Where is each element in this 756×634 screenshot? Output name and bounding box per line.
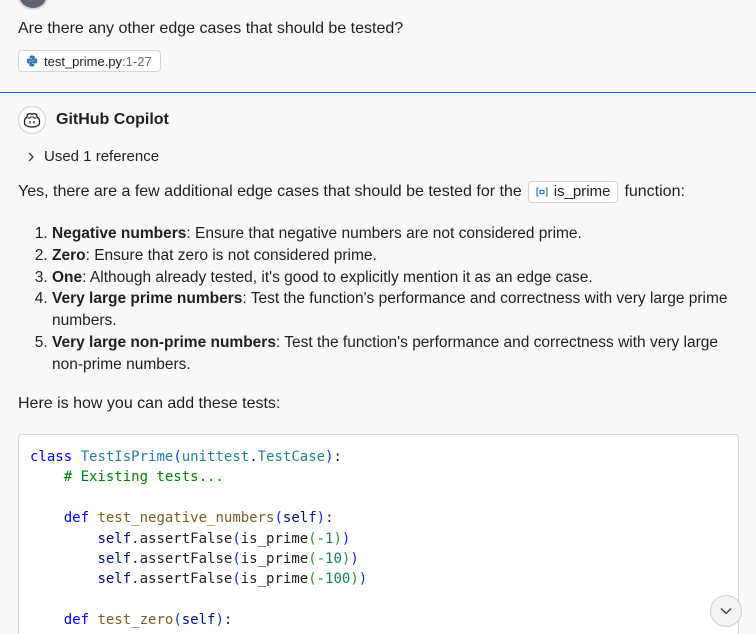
list-item: Negative numbers: Ensure that negative n… (52, 223, 738, 245)
list-item: One: Although already tested, it's good … (52, 267, 738, 289)
code-class-name: TestIsPrime (80, 449, 174, 465)
answer-intro-suffix: function: (624, 183, 685, 200)
code-keyword: def (63, 510, 90, 527)
edge-case-text: : Ensure that zero is not considered pri… (85, 246, 377, 264)
edge-case-term: Very large prime numbers (52, 290, 243, 308)
used-references-toggle[interactable]: Used 1 reference (26, 148, 159, 165)
code-comment: # Existing tests... (63, 469, 224, 486)
symbol-variable-icon (536, 187, 548, 197)
code-method-name: test_negative_numbers (97, 510, 275, 527)
copilot-icon (18, 106, 46, 134)
code-self: self (97, 530, 132, 547)
code-func: is_prime (240, 571, 309, 588)
answer-intro: Yes, there are a few additional edge cas… (18, 180, 685, 204)
code-assert: assertFalse (139, 571, 233, 588)
user-avatar (18, 0, 48, 10)
symbol-name: is_prime (553, 183, 611, 200)
code-method-name: test_zero (97, 612, 174, 629)
code-keyword: class (30, 449, 73, 465)
edge-case-list: Negative numbers: Ensure that negative n… (18, 223, 738, 376)
code-assert: assertFalse (139, 551, 233, 568)
list-item: Very large prime numbers: Test the funct… (52, 288, 738, 332)
code-self: self (97, 551, 132, 568)
used-references-label: Used 1 reference (44, 148, 160, 165)
code-block[interactable]: class TestIsPrime(unittest.TestCase): # … (18, 434, 739, 634)
edge-case-term: Very large non-prime numbers (52, 333, 276, 351)
edge-case-term: Zero (52, 246, 86, 264)
symbol-reference-chip[interactable]: is_prime (527, 181, 619, 203)
response-header: GitHub Copilot (18, 106, 169, 134)
code-func: is_prime (240, 530, 309, 547)
code-assert: assertFalse (139, 530, 233, 547)
user-question: Are there any other edge cases that shou… (18, 20, 404, 37)
code-self: self (97, 571, 132, 588)
reference-line-range: :1-27 (122, 53, 152, 69)
code-param: self (282, 510, 317, 527)
edge-case-term: One (52, 268, 83, 286)
message-divider (0, 92, 756, 93)
reference-file-name: test_prime.py (44, 53, 123, 69)
file-reference-chip[interactable]: test_prime.py:1-27 (18, 50, 161, 72)
chevron-down-icon (720, 607, 732, 615)
code-content: class TestIsPrime(unittest.TestCase): # … (30, 449, 368, 629)
code-base-class: TestCase (257, 449, 326, 465)
scroll-to-bottom-button[interactable] (710, 595, 742, 627)
list-item: Zero: Ensure that zero is not considered… (52, 245, 738, 267)
chevron-right-icon (28, 152, 34, 161)
code-number: -10 (316, 551, 342, 568)
code-keyword: def (63, 612, 90, 629)
code-number: -100 (316, 571, 351, 588)
code-func: is_prime (240, 551, 309, 568)
chat-panel: Are there any other edge cases that shou… (0, 0, 756, 634)
response-author: GitHub Copilot (56, 111, 169, 128)
edge-case-text: : Ensure that negative numbers are not c… (186, 225, 582, 242)
python-icon (26, 55, 38, 67)
code-intro: Here is how you can add these tests: (18, 395, 281, 412)
edge-case-term: Negative numbers (52, 225, 187, 242)
code-base-module: unittest (181, 449, 250, 465)
answer-intro-text: Yes, there are a few additional edge cas… (18, 183, 522, 200)
code-number: -1 (316, 530, 334, 547)
edge-case-text: : Although already tested, it's good to … (82, 268, 593, 286)
list-item: Very large non-prime numbers: Test the f… (52, 332, 738, 376)
code-param: self (181, 612, 216, 629)
